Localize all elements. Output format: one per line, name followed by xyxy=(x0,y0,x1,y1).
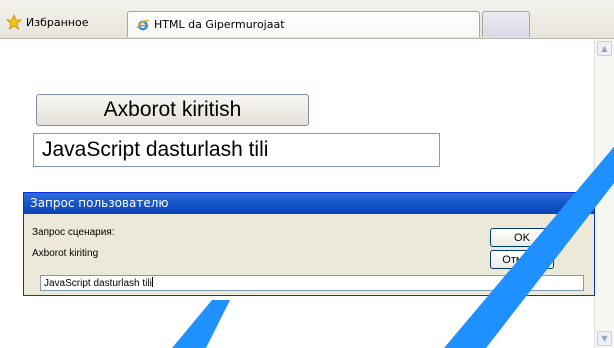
prompt-input[interactable]: JavaScript dasturlash tili xyxy=(40,275,584,291)
ok-button[interactable]: OK xyxy=(490,228,554,247)
scroll-up-icon[interactable]: ▲ xyxy=(597,41,612,56)
favorites-button[interactable]: Избранное xyxy=(6,12,88,32)
prompt-input-value: JavaScript dasturlash tili xyxy=(44,278,152,289)
input-info-button[interactable]: Axborot kiritish xyxy=(36,94,309,126)
prompt-message: Axborot kiriting xyxy=(32,248,99,259)
text-caret xyxy=(151,277,153,287)
tab-title: HTML da Gipermurojaat xyxy=(154,18,285,31)
cancel-button[interactable]: Отмена xyxy=(490,250,554,269)
tab-active[interactable]: HTML da Gipermurojaat xyxy=(127,11,480,37)
favorites-label: Избранное xyxy=(26,15,89,29)
scroll-down-icon[interactable]: ▼ xyxy=(597,331,612,346)
script-prompt-label: Запрос сценария: xyxy=(32,227,115,238)
star-icon xyxy=(6,14,22,30)
result-text-field[interactable]: JavaScript dasturlash tili xyxy=(33,133,440,167)
prompt-dialog: Запрос пользователю ✕ Запрос сценария: A… xyxy=(23,192,595,296)
dialog-title: Запрос пользователю xyxy=(24,193,594,214)
ie-page-icon xyxy=(136,19,150,30)
new-tab-button[interactable] xyxy=(482,11,530,37)
vertical-scrollbar[interactable]: ▲ ▼ xyxy=(594,39,614,348)
close-icon[interactable]: ✕ xyxy=(574,195,592,212)
browser-tab-bar: Избранное HTML da Gipermurojaat xyxy=(0,0,614,39)
